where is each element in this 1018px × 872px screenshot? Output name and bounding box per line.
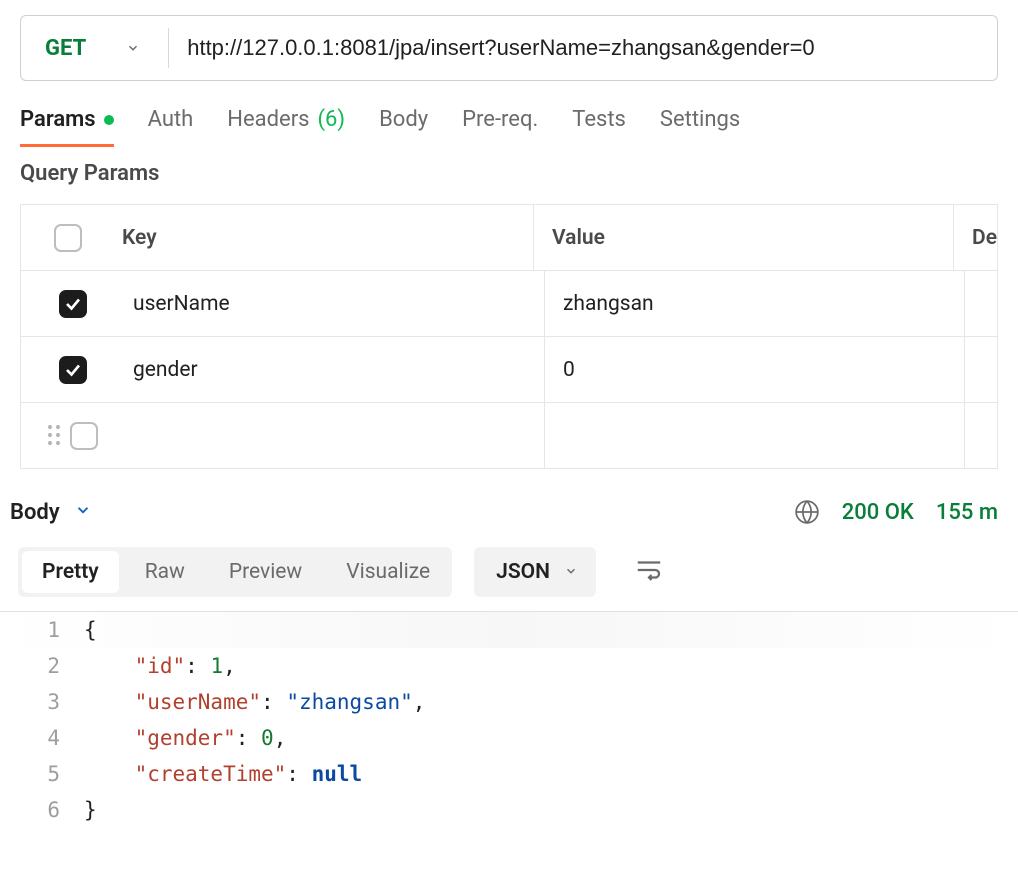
param-key[interactable]: userName — [125, 271, 545, 336]
code-line[interactable]: 3 "userName": "zhangsan", — [0, 684, 1018, 720]
response-time: 155 m — [936, 500, 998, 525]
tab-tests[interactable]: Tests — [572, 107, 626, 147]
url-input[interactable] — [169, 16, 997, 80]
http-method-select[interactable]: GET — [21, 16, 168, 80]
status-code: 200 OK — [842, 500, 914, 525]
table-row-new — [21, 403, 997, 469]
response-body-label: Body — [10, 500, 60, 525]
format-select[interactable]: JSON — [474, 547, 596, 597]
col-value: Value — [534, 205, 954, 270]
request-tabs: Params Auth Headers (6) Body Pre-req. Te… — [0, 81, 1018, 147]
row-checkbox[interactable] — [59, 290, 87, 318]
line-number: 6 — [0, 798, 84, 822]
param-description[interactable] — [965, 271, 997, 336]
line-number: 4 — [0, 726, 84, 750]
chevron-down-icon — [564, 560, 578, 584]
request-bar: GET — [20, 15, 998, 81]
table-header-row: Key Value De — [21, 205, 997, 271]
tab-params[interactable]: Params — [20, 107, 114, 147]
line-number: 3 — [0, 690, 84, 714]
chevron-down-icon — [126, 41, 140, 55]
view-tab-visualize[interactable]: Visualize — [324, 547, 452, 597]
line-number: 2 — [0, 654, 84, 678]
table-row: gender 0 — [21, 337, 997, 403]
code-line[interactable]: 4 "gender": 0, — [0, 720, 1018, 756]
query-params-title: Query Params — [0, 147, 1018, 190]
param-value[interactable] — [545, 403, 965, 468]
format-label: JSON — [496, 560, 550, 584]
param-key[interactable]: gender — [125, 337, 545, 402]
tab-body[interactable]: Body — [379, 107, 428, 147]
param-description[interactable] — [965, 403, 997, 468]
tab-params-label: Params — [20, 107, 96, 132]
view-tab-raw[interactable]: Raw — [123, 547, 207, 597]
chevron-down-icon[interactable] — [74, 500, 92, 525]
table-row: userName zhangsan — [21, 271, 997, 337]
headers-count: (6) — [318, 107, 346, 132]
code-line[interactable]: 5 "createTime": null — [0, 756, 1018, 792]
view-tab-preview[interactable]: Preview — [207, 547, 324, 597]
code-line[interactable]: 6 } — [0, 792, 1018, 828]
code-line[interactable]: 1 { — [0, 612, 1018, 648]
col-key: Key — [114, 205, 534, 270]
params-active-dot-icon — [104, 115, 114, 125]
line-number: 5 — [0, 762, 84, 786]
param-value[interactable]: 0 — [545, 337, 965, 402]
col-description: De — [954, 205, 997, 270]
view-tabs: Pretty Raw Preview Visualize — [18, 547, 452, 597]
globe-icon[interactable] — [794, 499, 820, 525]
view-tab-pretty[interactable]: Pretty — [22, 551, 119, 593]
select-all-checkbox[interactable] — [54, 224, 82, 252]
response-toolbar: Pretty Raw Preview Visualize JSON — [0, 547, 1018, 597]
http-method-label: GET — [45, 36, 86, 61]
word-wrap-icon[interactable] — [618, 555, 664, 589]
row-checkbox[interactable] — [59, 356, 87, 384]
row-checkbox[interactable] — [70, 422, 98, 450]
tab-prereq[interactable]: Pre-req. — [462, 107, 538, 147]
param-key[interactable] — [125, 403, 545, 468]
params-table: Key Value De userName zhangsan gender 0 — [20, 204, 998, 469]
tab-headers[interactable]: Headers (6) — [227, 107, 345, 147]
drag-handle-icon[interactable] — [48, 425, 62, 447]
param-value[interactable]: zhangsan — [545, 271, 965, 336]
response-code: 1 { 2 "id": 1, 3 "userName": "zhangsan",… — [0, 611, 1018, 828]
response-header: Body 200 OK 155 m — [0, 469, 1018, 531]
code-line[interactable]: 2 "id": 1, — [0, 648, 1018, 684]
param-description[interactable] — [965, 337, 997, 402]
line-number: 1 — [0, 618, 84, 642]
tab-auth[interactable]: Auth — [148, 107, 194, 147]
tab-settings[interactable]: Settings — [660, 107, 740, 147]
